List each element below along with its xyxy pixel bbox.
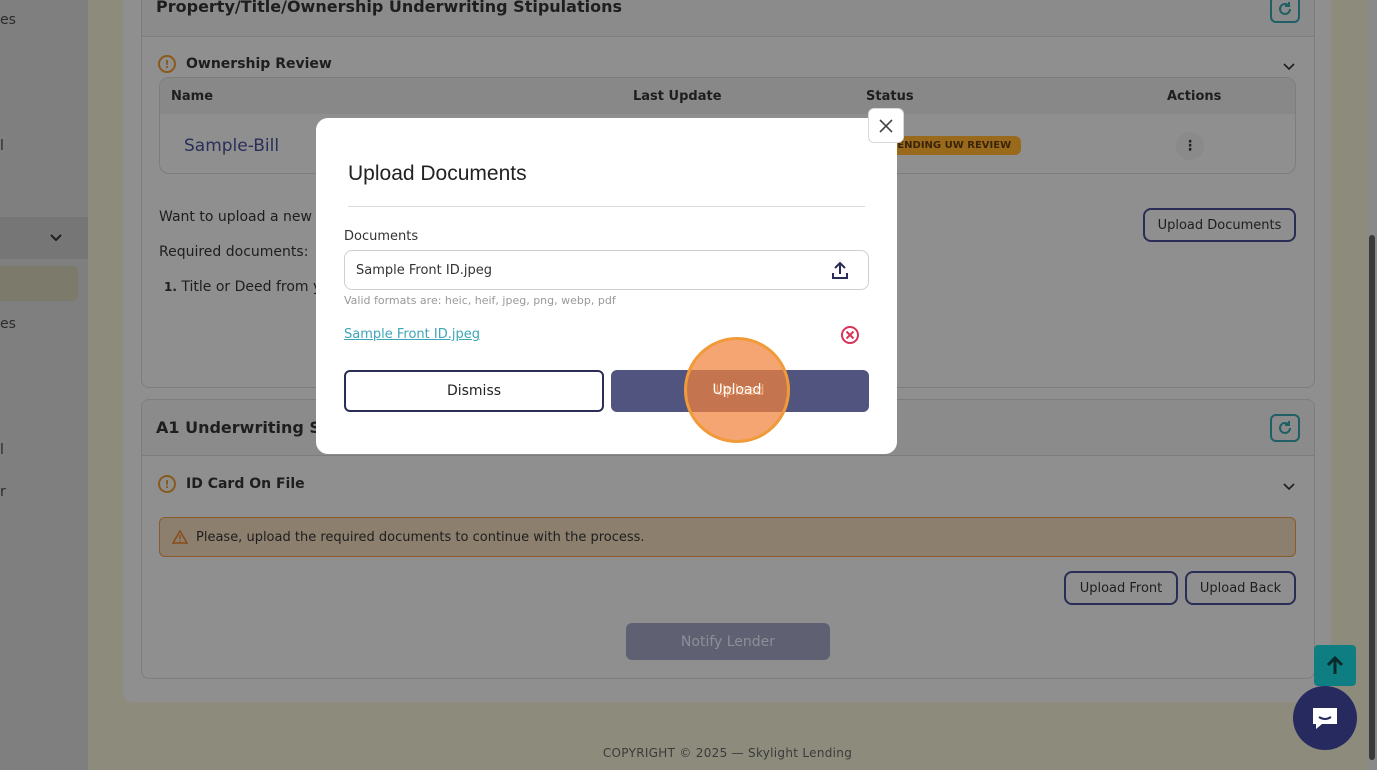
id-card-row[interactable]: ! ID Card On File <box>158 475 305 493</box>
upload-icon[interactable] <box>830 261 850 281</box>
refresh-button[interactable] <box>1270 414 1300 442</box>
sidebar-group-row[interactable] <box>0 217 88 259</box>
column-status: Status <box>866 88 914 104</box>
chevron-down-icon[interactable] <box>1282 479 1296 493</box>
sidebar-fragment[interactable]: es <box>0 12 16 28</box>
required-documents-label: Required documents: <box>159 244 309 260</box>
modal-title: Upload Documents <box>348 162 527 185</box>
upload-front-button[interactable]: Upload Front <box>1064 571 1178 605</box>
column-actions: Actions <box>1167 88 1222 104</box>
valid-formats-hint: Valid formats are: heic, heif, jpeg, png… <box>344 294 616 307</box>
sidebar-fragment[interactable]: es <box>0 316 16 332</box>
required-documents-alert: Please, upload the required documents to… <box>159 517 1296 557</box>
sidebar-fragment[interactable]: l <box>0 442 4 458</box>
column-name: Name <box>171 88 214 104</box>
sidebar-fragment[interactable]: r <box>0 484 6 500</box>
notify-lender-button[interactable]: Notify Lender <box>626 623 830 660</box>
column-last-update: Last Update <box>633 88 722 104</box>
scroll-to-top-button[interactable] <box>1314 645 1356 686</box>
warning-icon: ! <box>158 55 176 73</box>
modal-divider <box>348 206 865 207</box>
document-file-input[interactable]: Sample Front ID.jpeg <box>344 250 869 290</box>
ownership-review-row[interactable]: ! Ownership Review <box>158 55 332 73</box>
dismiss-button[interactable]: Dismiss <box>344 370 604 412</box>
row-actions-button[interactable]: ⋮ <box>1176 132 1204 160</box>
close-icon <box>879 118 893 133</box>
subsection-title: ID Card On File <box>186 476 305 492</box>
documents-field-label: Documents <box>344 229 419 244</box>
section-header: Property/Title/Ownership Underwriting St… <box>142 0 1314 37</box>
sidebar-active-item[interactable] <box>0 266 78 301</box>
scrollbar-thumb[interactable] <box>1369 235 1375 760</box>
required-document-text: Title or Deed from yo <box>181 279 330 295</box>
subsection-title: Ownership Review <box>186 56 332 72</box>
refresh-button[interactable] <box>1270 0 1300 23</box>
close-button[interactable] <box>868 108 904 143</box>
click-highlight-label: Upload <box>712 382 762 398</box>
refresh-icon <box>1279 421 1291 434</box>
sidebar: es l es l r <box>0 0 88 770</box>
click-highlight: Upload <box>684 337 790 443</box>
required-document-item: 1. Title or Deed from yo <box>164 279 330 295</box>
upload-back-button[interactable]: Upload Back <box>1185 571 1296 605</box>
chevron-down-icon[interactable] <box>1282 59 1296 73</box>
section-title: Property/Title/Ownership Underwriting St… <box>156 0 622 16</box>
refresh-icon <box>1279 2 1291 15</box>
chat-icon <box>1313 708 1337 729</box>
alert-text: Please, upload the required documents to… <box>196 529 645 545</box>
table-header: Name Last Update Status Actions <box>160 78 1295 114</box>
arrow-up-icon <box>1326 655 1344 674</box>
upload-documents-modal: Upload Documents Documents Sample Front … <box>316 118 897 454</box>
chevron-down-icon <box>50 234 62 242</box>
warning-icon: ! <box>158 475 176 493</box>
footer-copyright: COPYRIGHT © 2025 — Skylight Lending <box>602 746 853 760</box>
uploaded-file-link[interactable]: Sample Front ID.jpeg <box>344 327 480 342</box>
upload-prompt-text: Want to upload a new <box>159 209 312 225</box>
warning-triangle-icon <box>172 530 188 544</box>
chat-button[interactable] <box>1293 686 1357 750</box>
sidebar-fragment[interactable]: l <box>0 138 4 154</box>
upload-documents-button[interactable]: Upload Documents <box>1143 208 1296 242</box>
file-input-value: Sample Front ID.jpeg <box>356 262 492 278</box>
document-name-link[interactable]: Sample-Bill <box>184 136 279 156</box>
remove-file-icon[interactable] <box>840 325 860 345</box>
page-scrollbar[interactable] <box>1367 0 1377 770</box>
